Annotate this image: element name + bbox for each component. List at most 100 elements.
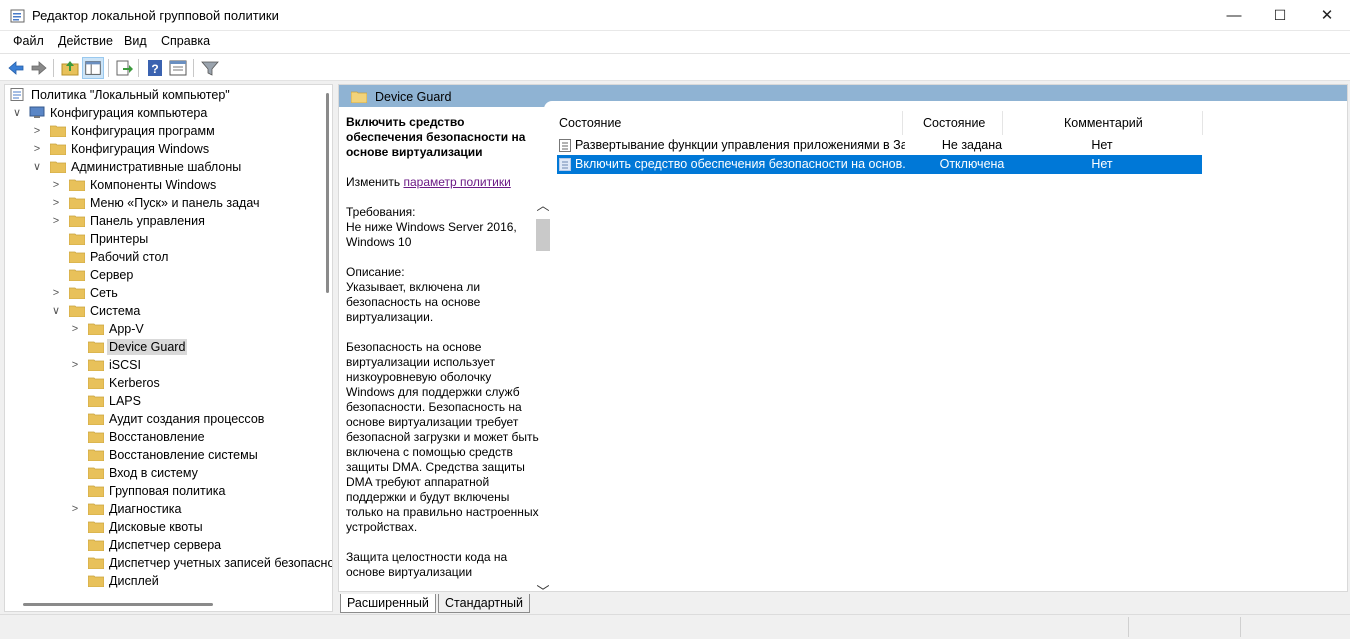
back-arrow-icon[interactable] xyxy=(5,57,27,79)
tree-item-label: Диспетчер учетных записей безопасности xyxy=(109,556,333,570)
scroll-down-icon[interactable]: ﹀ xyxy=(535,585,551,592)
tree-item[interactable]: Диспетчер сервера xyxy=(5,536,318,554)
tree-item[interactable]: > Панель управления xyxy=(5,212,318,230)
tree-item-label: Kerberos xyxy=(109,376,160,390)
scroll-thumb[interactable] xyxy=(536,219,550,251)
tree-item[interactable]: Вход в систему xyxy=(5,464,318,482)
tree-item-label: Диспетчер сервера xyxy=(109,538,222,552)
description-label: Описание: xyxy=(346,265,405,279)
description-paragraph: Безопасность на основе виртуализации исп… xyxy=(346,340,539,534)
folder-icon xyxy=(69,251,85,263)
chevron-right-icon[interactable]: > xyxy=(50,196,62,210)
tree-item-label: iSCSI xyxy=(109,358,141,372)
chevron-right-icon[interactable]: > xyxy=(50,214,62,228)
tree-item[interactable]: ∨ Административные шаблоны xyxy=(5,158,318,176)
chevron-right-icon[interactable]: > xyxy=(50,178,62,192)
tree-item-label: Административные шаблоны xyxy=(71,160,242,174)
tree-horizontal-scrollbar[interactable] xyxy=(5,597,323,611)
tree-item[interactable]: Диспетчер учетных записей безопасности xyxy=(5,554,332,572)
gpedit-app-icon xyxy=(10,9,25,23)
folder-icon xyxy=(88,413,104,425)
tree-item-label: Device Guard xyxy=(107,339,188,355)
tree-item-label: Восстановление системы xyxy=(109,448,258,462)
folder-icon xyxy=(69,179,85,191)
setting-state: Не задана xyxy=(941,138,1003,152)
tree-item[interactable]: LAPS xyxy=(5,392,318,410)
filter-icon[interactable] xyxy=(199,57,221,79)
tree-item-label: Конфигурация программ xyxy=(71,124,215,138)
folder-icon xyxy=(88,323,104,335)
description-scrollbar[interactable]: ︿ ﹀ xyxy=(535,177,551,592)
chevron-right-icon[interactable]: > xyxy=(50,286,62,300)
properties-icon[interactable] xyxy=(167,57,189,79)
tree-item[interactable]: > Диагностика xyxy=(5,500,318,518)
tree-item[interactable]: Дисковые квоты xyxy=(5,518,318,536)
description-pane: Включить средство обеспечения безопаснос… xyxy=(339,107,554,592)
forward-arrow-icon[interactable] xyxy=(28,57,50,79)
tree-item[interactable]: Восстановление xyxy=(5,428,318,446)
toolbar: ? xyxy=(0,53,1350,81)
menu-help[interactable]: Справка xyxy=(161,34,210,48)
tree-item-label: Рабочий стол xyxy=(90,250,169,264)
tree-item[interactable]: ∨ Система xyxy=(5,302,318,320)
list-row[interactable]: Развертывание функции управления приложе… xyxy=(557,136,1202,155)
menu-file[interactable]: Файл xyxy=(13,34,44,48)
tree-item[interactable]: Рабочий стол xyxy=(5,248,318,266)
setting-state: Отключена xyxy=(939,157,1005,171)
tree-item[interactable]: > Меню «Пуск» и панель задач xyxy=(5,194,318,212)
folder-icon xyxy=(69,233,85,245)
tree-item[interactable]: Восстановление системы xyxy=(5,446,318,464)
tree-item[interactable]: Принтеры xyxy=(5,230,318,248)
tree-item[interactable]: Политика "Локальный компьютер" xyxy=(5,86,318,104)
edit-policy-link[interactable]: параметр политики xyxy=(403,175,510,189)
menu-view[interactable]: Вид xyxy=(124,34,147,48)
tree-item[interactable]: Дисплей xyxy=(5,572,318,590)
tree-item[interactable]: > iSCSI xyxy=(5,356,318,374)
folder-icon xyxy=(88,557,104,569)
chevron-right-icon[interactable]: > xyxy=(69,358,81,372)
tree-item-label: Аудит создания процессов xyxy=(109,412,265,426)
tree-vertical-scrollbar[interactable] xyxy=(323,85,332,595)
folder-icon xyxy=(88,485,104,497)
chevron-down-icon[interactable]: ∨ xyxy=(31,160,43,174)
details-header-title: Device Guard xyxy=(375,90,452,104)
chevron-down-icon[interactable]: ∨ xyxy=(50,304,62,318)
chevron-right-icon[interactable]: > xyxy=(31,124,43,138)
tree-item[interactable]: > Компоненты Windows xyxy=(5,176,318,194)
column-header-comment[interactable]: Комментарий xyxy=(1064,113,1143,133)
tree-item[interactable]: > Конфигурация программ xyxy=(5,122,318,140)
scroll-up-icon[interactable]: ︿ xyxy=(535,199,551,213)
tree-item[interactable]: Аудит создания процессов xyxy=(5,410,318,428)
tree-item[interactable]: > Конфигурация Windows xyxy=(5,140,318,158)
tree-item[interactable]: Device Guard xyxy=(5,338,318,356)
chevron-right-icon[interactable]: > xyxy=(69,322,81,336)
tree-item[interactable]: ∨ Конфигурация компьютера xyxy=(5,104,318,122)
folder-icon xyxy=(69,269,85,281)
chevron-down-icon[interactable]: ∨ xyxy=(11,106,23,120)
status-bar xyxy=(0,614,1350,639)
minimize-button[interactable]: — xyxy=(1211,0,1257,31)
maximize-button[interactable]: ☐ xyxy=(1257,0,1303,31)
tree-item[interactable]: > App-V xyxy=(5,320,318,338)
show-hide-tree-icon[interactable] xyxy=(82,57,104,79)
setting-comment: Нет xyxy=(1091,157,1113,171)
tree-item[interactable]: Сервер xyxy=(5,266,318,284)
tab-extended[interactable]: Расширенный xyxy=(340,594,436,613)
help-icon[interactable]: ? xyxy=(144,57,166,79)
tree-item[interactable]: > Сеть xyxy=(5,284,318,302)
close-button[interactable]: ✕ xyxy=(1304,0,1350,31)
tree-pane[interactable]: Политика "Локальный компьютер" ∨ Конфигура… xyxy=(4,84,333,612)
tree-item[interactable]: Групповая политика xyxy=(5,482,318,500)
menu-bar: Файл Действие Вид Справка xyxy=(0,31,1350,53)
chevron-right-icon[interactable]: > xyxy=(69,502,81,516)
menu-action[interactable]: Действие xyxy=(58,34,113,48)
chevron-right-icon[interactable]: > xyxy=(31,142,43,156)
tree-item[interactable]: Kerberos xyxy=(5,374,318,392)
list-row-selected[interactable]: Включить средство обеспечения безопаснос… xyxy=(557,155,1202,174)
export-list-icon[interactable] xyxy=(113,57,135,79)
up-folder-icon[interactable] xyxy=(59,57,81,79)
column-header-setting[interactable]: Состояние xyxy=(559,113,621,133)
setting-name: Развертывание функции управления приложе… xyxy=(575,138,905,152)
column-header-state[interactable]: Состояние xyxy=(923,113,985,133)
tab-standard[interactable]: Стандартный xyxy=(438,594,530,613)
